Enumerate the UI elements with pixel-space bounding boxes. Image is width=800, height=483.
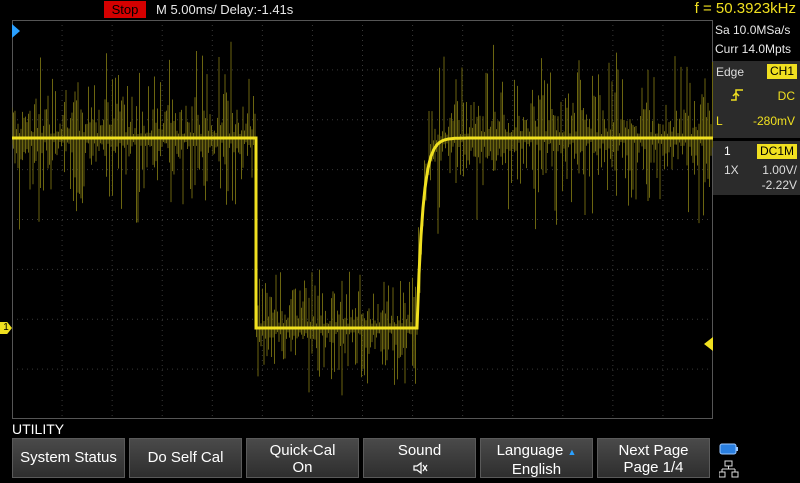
ch1-settings[interactable]: 1 DC1M 1X 1.00V/ -2.22V — [713, 141, 800, 195]
noise-envelope — [12, 41, 713, 396]
trigger-position-marker[interactable] — [12, 24, 20, 38]
sample-rate: Sa 10.0MSa/s — [715, 23, 791, 37]
ch1-offset: -2.22V — [761, 178, 797, 192]
trigger-level-value: -280mV — [752, 114, 795, 128]
info-panel: Sa 10.0MSa/s Curr 14.0Mpts Edge CH1 DC L… — [713, 20, 800, 419]
softkey-value: Page 1/4 — [623, 459, 684, 476]
sound-button[interactable]: Sound — [363, 438, 476, 478]
ch1-coupling: DC1M — [756, 144, 797, 159]
softkey-label: System Status — [20, 449, 117, 466]
system-status-button[interactable]: System Status — [12, 438, 125, 478]
trigger-type: Edge — [716, 65, 745, 79]
status-bar: Stop M 5.00ms/ Delay:-1.41s f = 50.3923k… — [0, 0, 800, 20]
rising-edge-icon — [730, 88, 744, 105]
softkey-label: Next Page — [618, 442, 689, 459]
trigger-source: CH1 — [766, 64, 797, 79]
softkey-label: Do Self Cal — [147, 449, 224, 466]
ch1-number: 1 — [724, 144, 731, 158]
language-button[interactable]: Language ▲ English — [480, 438, 593, 478]
menu-title: UTILITY — [12, 421, 65, 437]
waveform-graticule — [12, 20, 713, 419]
trigger-settings[interactable]: Edge CH1 DC L -280mV — [713, 61, 800, 138]
trigger-level-label: L — [716, 114, 723, 128]
memory-depth: Curr 14.0Mpts — [715, 42, 792, 56]
ch1-probe: 1X — [724, 163, 739, 177]
do-self-cal-button[interactable]: Do Self Cal — [129, 438, 242, 478]
softkey-value: On — [292, 459, 313, 476]
trigger-level-marker[interactable] — [704, 337, 713, 351]
softkey-label: Sound — [397, 442, 442, 459]
frequency-readout: f = 50.3923kHz — [694, 0, 796, 17]
ch1-scale: 1.00V/ — [762, 163, 797, 177]
up-arrow-icon: ▲ — [567, 447, 577, 457]
softkey-label: Language — [496, 442, 564, 459]
waveform-display[interactable] — [12, 20, 713, 419]
softkey-value: English — [511, 461, 562, 478]
quick-cal-button[interactable]: Quick-Cal On — [246, 438, 359, 478]
softkey-bar: System Status Do Self Cal Quick-Cal On S… — [12, 438, 800, 480]
speaker-muted-icon — [364, 459, 475, 476]
softkey-label: Quick-Cal — [269, 442, 336, 459]
run-stop-badge[interactable]: Stop — [104, 1, 146, 18]
trigger-coupling: DC — [777, 89, 795, 103]
status-tray — [718, 440, 743, 480]
usb-storage-icon — [719, 442, 739, 460]
timebase-readout: M 5.00ms/ Delay:-1.41s — [156, 2, 294, 17]
next-page-button[interactable]: Next Page Page 1/4 — [597, 438, 710, 478]
ch1-offset-marker[interactable]: 1 — [0, 322, 12, 334]
